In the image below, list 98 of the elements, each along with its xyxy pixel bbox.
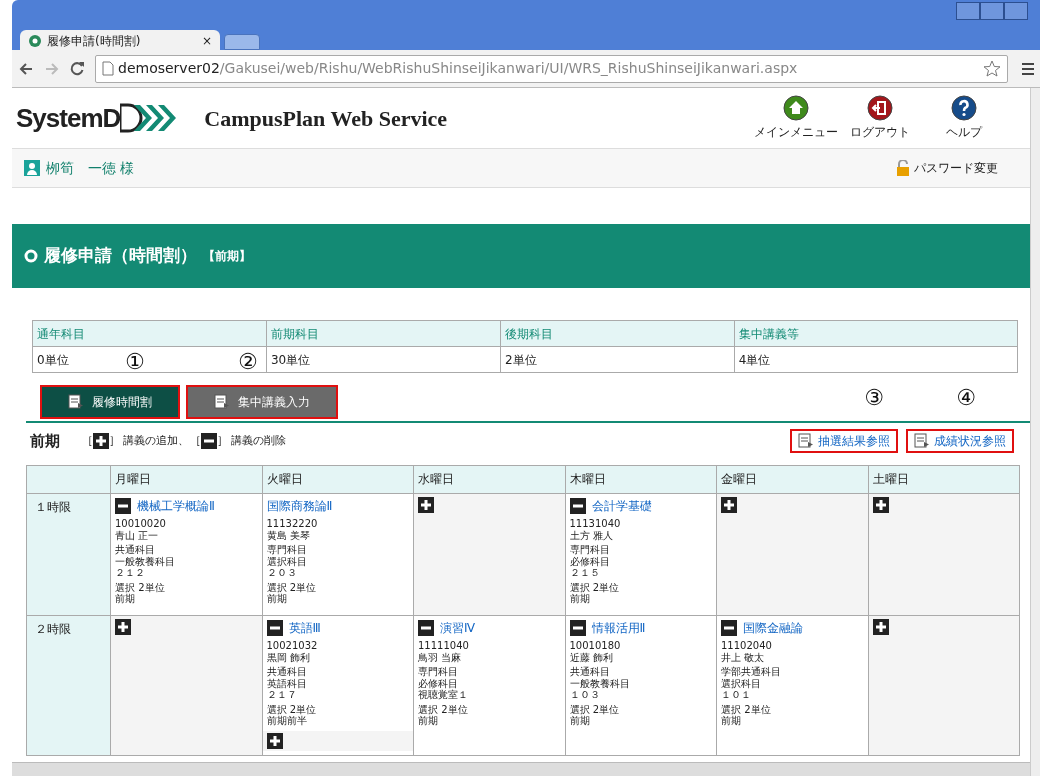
credit-text: 選択 2単位 <box>569 581 621 593</box>
course-category: 一般教養科目 <box>569 677 631 689</box>
room-text: 視聴覚室１ <box>418 689 469 701</box>
course-category: 選択科目 <box>266 555 308 567</box>
tab[interactable]: 集中講義入力 <box>186 385 338 419</box>
term-text: 前期 <box>266 593 288 605</box>
column-header: 通年科目 <box>32 320 267 347</box>
course-link[interactable]: 演習Ⅳ <box>440 619 476 637</box>
room-text: １０３ <box>569 689 601 701</box>
action-button[interactable]: 成績状況参照 <box>906 429 1014 453</box>
term-text: 前期 <box>115 593 136 605</box>
credit-text: 選択 2単位 <box>569 703 621 715</box>
term-heading: 前期 <box>30 430 60 452</box>
credit-text: 選択 2単位 <box>266 581 318 593</box>
row-header: １時限 <box>26 493 111 616</box>
teacher-name: 黒岡 飾利 <box>266 651 311 663</box>
term-text: 前期 <box>569 593 591 605</box>
course-link[interactable]: 国際商務論Ⅱ <box>266 497 333 515</box>
browser-tab[interactable]: 履修申請(時間割) × <box>20 30 220 52</box>
tab-close-button[interactable]: × <box>201 32 212 50</box>
course-code: 11131040 <box>569 518 622 530</box>
credit-text: 選択 2単位 <box>115 581 166 593</box>
course-link[interactable]: 情報活用Ⅱ <box>591 619 646 637</box>
annotation-number: ④ <box>956 387 976 409</box>
room-text: ２１２ <box>115 567 146 579</box>
course-category: 共通科目 <box>115 544 156 556</box>
room-text: ２０３ <box>266 567 298 579</box>
term-text: 前期前半 <box>266 715 308 727</box>
legend-text: ［ <box>82 432 93 449</box>
legend-text: ［ <box>189 432 201 449</box>
user-name: 栁筍 一徳 様 <box>46 158 136 178</box>
action-button[interactable]: 抽選結果参照 <box>790 429 898 453</box>
column-header: 木曜日 <box>565 465 717 494</box>
legend-text: ］ 講義の追加、 <box>109 432 190 449</box>
course-category: 英語科目 <box>266 677 308 689</box>
row-header: ２時限 <box>26 615 111 756</box>
column-header: 金曜日 <box>716 465 868 494</box>
column-header: 前期科目 <box>266 320 501 347</box>
term-label: 【前期】 <box>203 248 251 265</box>
address-bar[interactable]: demoserver02/Gakusei/web/Rishu/WebRishuShinseiJikanwari/UI/WRS_RishuShinseiJikanwari.aspx <box>95 54 1008 83</box>
nav-link[interactable]: メインメニュー <box>754 95 838 141</box>
term-text: 前期 <box>418 715 439 727</box>
room-text: ２１５ <box>569 567 601 579</box>
course-category: 専門科目 <box>418 666 459 678</box>
nav-link[interactable]: ログアウト <box>838 95 922 141</box>
course-link[interactable]: 会計学基礎 <box>591 497 652 515</box>
teacher-name: 青山 正一 <box>115 529 160 541</box>
table-cell: 4単位 <box>734 346 1018 373</box>
course-link[interactable]: 国際金融論 <box>743 619 803 637</box>
teacher-name: 鳥羽 当麻 <box>418 651 463 663</box>
teacher-name: 土方 雅人 <box>569 529 614 541</box>
course-category: 一般教養科目 <box>115 555 176 567</box>
course-code: 11132220 <box>266 518 319 530</box>
course-code: 11111040 <box>418 640 470 652</box>
annotation-number: ③ <box>864 387 884 409</box>
course-category: 必修科目 <box>569 555 611 567</box>
column-header: 集中講義等 <box>734 320 1018 347</box>
room-text: １０１ <box>721 689 752 701</box>
credit-text: 選択 2単位 <box>418 703 469 715</box>
site-title: CampusPlan Web Service <box>204 104 449 133</box>
column-header: 火曜日 <box>262 465 414 494</box>
nav-link[interactable]: ヘルプ <box>922 95 1006 141</box>
column-header: 水曜日 <box>413 465 565 494</box>
teacher-name: 黄島 美琴 <box>266 529 311 541</box>
teacher-name: 井上 敬太 <box>721 651 766 663</box>
password-change-link[interactable]: パスワード変更 <box>895 159 998 177</box>
term-text: 前期 <box>721 715 742 727</box>
course-category: 選択科目 <box>721 677 762 689</box>
column-header: 月曜日 <box>110 465 262 494</box>
tab[interactable]: 履修時間割 <box>40 385 180 419</box>
teacher-name: 近藤 飾利 <box>569 651 614 663</box>
logo-text: SystemD <box>16 101 121 135</box>
course-code: 10010180 <box>569 640 622 652</box>
course-category: 共通科目 <box>266 666 308 678</box>
course-code: 10010020 <box>115 518 167 530</box>
term-text: 前期 <box>569 715 591 727</box>
course-category: 共通科目 <box>569 666 611 678</box>
legend-text: ］ 講義の削除 <box>216 432 286 449</box>
course-link[interactable]: 英語Ⅲ <box>288 619 321 637</box>
annotation-number: ② <box>238 351 258 373</box>
page-title: 履修申請（時間割） <box>44 244 197 268</box>
url-text: demoserver02/Gakusei/web/Rishu/WebRishuShinseiJikanwari/UI/WRS_RishuShinseiJikanwari.aspx <box>118 59 798 78</box>
course-category: 専門科目 <box>266 544 308 556</box>
room-text: ２１７ <box>266 689 298 701</box>
table-cell: 2単位 <box>500 346 735 373</box>
table-cell: 30単位 <box>266 346 501 373</box>
column-header: 後期科目 <box>500 320 735 347</box>
course-link[interactable]: 機械工学概論Ⅱ <box>137 497 215 515</box>
course-category: 学部共通科目 <box>721 666 782 678</box>
course-code: 11102040 <box>721 640 773 652</box>
credit-text: 選択 2単位 <box>721 703 772 715</box>
course-category: 必修科目 <box>418 677 459 689</box>
course-code: 10021032 <box>266 640 319 652</box>
credit-text: 選択 2単位 <box>266 703 318 715</box>
tab-title: 履修申請(時間割) <box>47 33 142 50</box>
course-category: 専門科目 <box>569 544 611 556</box>
annotation-number: ① <box>125 351 145 373</box>
column-header: 土曜日 <box>868 465 1020 494</box>
